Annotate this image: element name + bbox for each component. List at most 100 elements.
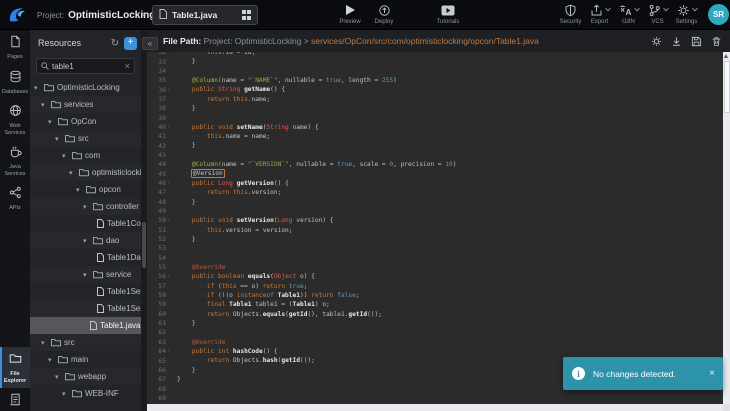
code-token: ···· xyxy=(177,199,192,206)
panel-scrollbar-thumb[interactable] xyxy=(142,222,146,268)
vcs-button[interactable]: VCS xyxy=(643,3,672,25)
sidebar-item-pages[interactable]: Pages xyxy=(0,30,30,65)
gutter-row: 55 xyxy=(147,263,173,272)
security-button[interactable]: Security xyxy=(556,3,585,25)
gutter-row: 57 xyxy=(147,282,173,291)
sidebar-item-apis[interactable]: APIs xyxy=(0,181,30,216)
gutter-row: 47 xyxy=(147,188,173,197)
caret-down-icon[interactable]: ▾ xyxy=(41,339,48,347)
gutter-row: 66 xyxy=(147,366,173,375)
folder-icon xyxy=(72,147,82,164)
code-token: () { xyxy=(263,348,278,355)
caret-down-icon[interactable]: ▾ xyxy=(48,356,55,364)
caret-down-icon[interactable]: ▾ xyxy=(69,169,76,177)
tree-item-opcon[interactable]: ▾ OpCon xyxy=(30,113,141,130)
sidebar-item-databases[interactable]: Databases xyxy=(0,65,30,100)
caret-down-icon[interactable]: ▾ xyxy=(48,118,55,126)
code-token: Long xyxy=(218,180,237,187)
tree-item-optimisticlocking[interactable]: ▾optimisticlocking xyxy=(30,164,141,181)
caret-down-icon[interactable]: ▾ xyxy=(83,237,90,245)
tree-item-table1controller-java[interactable]: Table1Controller.java xyxy=(30,215,141,232)
caret-down-icon[interactable]: ▾ xyxy=(55,373,62,381)
rail-more-button[interactable]: ••• xyxy=(0,403,30,409)
tutorials-button[interactable]: Tutorials xyxy=(425,3,471,25)
tree-item-label: controller xyxy=(106,202,139,211)
file-icon xyxy=(90,317,97,334)
code-line: ····public String getName() { xyxy=(177,85,456,94)
code-token: } xyxy=(192,320,196,327)
caret-down-icon[interactable]: ▾ xyxy=(34,84,41,92)
caret-down-icon[interactable]: ▾ xyxy=(62,152,69,160)
code-token: public int xyxy=(192,348,233,355)
app-logo-icon[interactable] xyxy=(6,4,28,26)
gutter-row: 58 xyxy=(147,291,173,300)
sidebar-item-file-explorer[interactable]: File Explorer xyxy=(0,347,30,388)
code-content[interactable]: ········this.id = id;····}····@Column(na… xyxy=(173,52,456,403)
gutter-row: 36- xyxy=(147,85,173,94)
tree-item-main[interactable]: ▾main xyxy=(30,351,141,368)
file-settings-gear-icon[interactable] xyxy=(651,36,662,47)
file-path-label: File Path: xyxy=(163,36,201,46)
scroll-up-arrow-icon[interactable] xyxy=(724,54,728,58)
chevron-down-icon xyxy=(692,6,698,12)
code-token: String xyxy=(266,124,288,131)
caret-down-icon[interactable]: ▾ xyxy=(41,101,48,109)
save-icon[interactable] xyxy=(691,36,702,47)
caret-down-icon[interactable]: ▾ xyxy=(76,186,83,194)
delete-trash-icon[interactable] xyxy=(711,36,722,47)
tree-item-src[interactable]: ▾src xyxy=(30,130,141,147)
toast-close-icon[interactable]: × xyxy=(709,368,715,379)
preview-button[interactable]: Preview xyxy=(333,3,367,25)
sidebar-item-java-services[interactable]: Java Services xyxy=(0,140,30,181)
tree-item-services[interactable]: ▾services xyxy=(30,96,141,113)
tree-item-optimisticlocking[interactable]: ▾OptimisticLocking xyxy=(30,79,141,96)
code-line xyxy=(177,384,456,393)
tree-item-table1dao-java[interactable]: Table1Dao.java xyxy=(30,249,141,266)
editor-horizontal-scrollbar[interactable] xyxy=(147,404,723,411)
caret-down-icon[interactable]: ▾ xyxy=(83,271,90,279)
folder-icon xyxy=(72,385,82,402)
code-token: return this xyxy=(207,96,248,103)
code-token: )) xyxy=(300,292,311,299)
code-line: ····@Override xyxy=(177,338,456,347)
gutter-row: 43 xyxy=(147,151,173,160)
tree-item-table1-java[interactable]: Table1.java xyxy=(30,317,141,334)
tree-item-table1serviceimpl-java[interactable]: Table1ServiceImpl.java xyxy=(30,300,141,317)
tree-item-src[interactable]: ▾src xyxy=(30,334,141,351)
vertical-scrollbar-thumb[interactable] xyxy=(724,61,730,113)
code-token: ···· xyxy=(177,367,192,374)
tab-table1-java[interactable]: Table1.java xyxy=(152,5,258,25)
editor-vertical-scrollbar[interactable] xyxy=(723,52,730,404)
export-button[interactable]: Export xyxy=(585,3,614,25)
line-number: 43 xyxy=(147,152,168,159)
refresh-icon[interactable]: ↻ xyxy=(109,38,121,49)
code-viewport[interactable]: 3233343536-37383940-414243444546-4748495… xyxy=(147,52,723,404)
tree-item-webapp[interactable]: ▾webapp xyxy=(30,368,141,385)
download-icon[interactable] xyxy=(671,36,682,47)
tree-item-com[interactable]: ▾com xyxy=(30,147,141,164)
open-tabs-grid-icon[interactable] xyxy=(242,10,252,20)
code-token: ) o; xyxy=(315,301,330,308)
tree-item-dao[interactable]: ▾dao xyxy=(30,232,141,249)
tree-item-web-inf[interactable]: ▾WEB-INF xyxy=(30,385,141,402)
sidebar-item-web-services[interactable]: Web Services xyxy=(0,99,30,140)
deploy-button[interactable]: Deploy xyxy=(367,3,401,25)
avatar[interactable]: SR xyxy=(708,4,729,25)
caret-down-icon[interactable]: ▾ xyxy=(62,390,69,398)
caret-down-icon[interactable]: ▾ xyxy=(55,135,62,143)
i18n-button[interactable]: AI18N xyxy=(614,3,643,25)
add-resource-button[interactable]: + xyxy=(124,37,137,50)
code-token: public xyxy=(192,86,218,93)
settings-button[interactable]: Settings xyxy=(672,3,701,25)
line-number: 69 xyxy=(147,395,168,402)
tree-item-table1service-java[interactable]: Table1Service.java xyxy=(30,283,141,300)
clear-search-icon[interactable]: × xyxy=(125,61,130,71)
search-input[interactable] xyxy=(52,62,122,71)
collapse-panel-button[interactable]: « xyxy=(142,37,158,50)
tree-item-label: OpCon xyxy=(71,117,96,126)
caret-down-icon[interactable]: ▾ xyxy=(83,203,90,211)
tree-item-opcon[interactable]: ▾opcon xyxy=(30,181,141,198)
code-token: ···· xyxy=(177,217,192,224)
tree-item-controller[interactable]: ▾ controller xyxy=(30,198,141,215)
tree-item-service[interactable]: ▾service xyxy=(30,266,141,283)
